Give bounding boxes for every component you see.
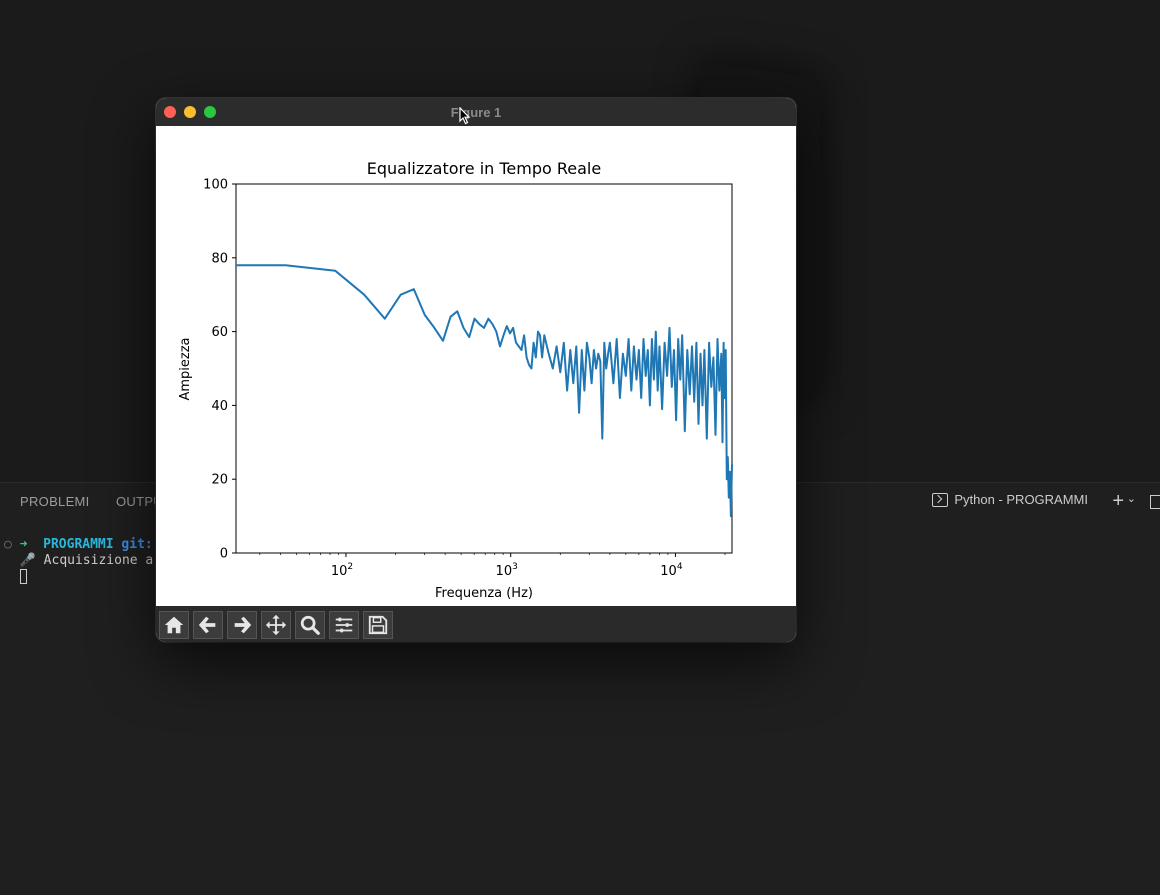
prompt-directory: PROGRAMMI [43, 537, 114, 552]
x-tick-exponent: 2 [347, 562, 353, 572]
terminal-icon [932, 492, 949, 507]
back-icon [198, 616, 216, 634]
terminal-output[interactable]: ○ ➜ PROGRAMMI git: 🎤 Acquisizione a [4, 537, 153, 585]
chevron-down-icon[interactable]: ⌄ [1127, 492, 1136, 505]
x-tick-label: 102 [331, 562, 353, 579]
microphone-icon: 🎤 [19, 553, 36, 568]
terminal-cursor [19, 569, 27, 584]
y-tick-label: 0 [220, 547, 228, 562]
x-tick-exponent: 4 [677, 562, 683, 572]
x-tick-exponent: 3 [512, 562, 518, 572]
x-tick-base: 10 [660, 564, 677, 579]
prompt-git: git: [121, 537, 153, 552]
y-tick-label: 40 [211, 399, 228, 414]
forward-icon [234, 616, 252, 634]
y-tick-label: 60 [211, 325, 228, 340]
x-tick-label: 103 [496, 562, 518, 579]
pan-button[interactable] [261, 611, 291, 639]
terminal-name: Python - PROGRAMMI [954, 492, 1088, 507]
x-axis-label: Frequenza (Hz) [435, 586, 533, 601]
split-terminal-icon[interactable] [1150, 495, 1160, 509]
chart-title: Equalizzatore in Tempo Reale [367, 159, 601, 178]
y-axis-label: Ampiezza [178, 337, 193, 400]
pan-icon [265, 614, 287, 636]
prompt-status-dot-icon: ○ [4, 537, 12, 552]
figure-toolbar [156, 606, 796, 642]
window-titlebar[interactable]: Figure 1 [156, 98, 796, 127]
terminal-selector[interactable]: Python - PROGRAMMI [932, 492, 1088, 507]
x-tick-base: 10 [496, 564, 513, 579]
y-tick-label: 20 [211, 473, 228, 488]
x-tick-base: 10 [331, 564, 348, 579]
back-button[interactable] [193, 611, 223, 639]
forward-button[interactable] [227, 611, 257, 639]
new-terminal-plus-icon[interactable]: + [1112, 491, 1124, 511]
window-title: Figure 1 [450, 105, 502, 120]
configure-icon [335, 617, 353, 633]
series-line [236, 264, 733, 518]
configure-button[interactable] [329, 611, 359, 639]
save-icon [368, 615, 388, 635]
x-tick-label: 104 [660, 562, 683, 579]
prompt-arrow: ➜ [19, 537, 28, 552]
chart-svg: Equalizzatore in Tempo Reale 0 20 40 60 80 10… [178, 159, 733, 601]
figure-window: Figure 1 Equalizzatore in Tempo Reale 0 2… [156, 98, 796, 642]
x-axis-ticks: 102 103 104 [259, 553, 726, 579]
plot-canvas[interactable]: Equalizzatore in Tempo Reale 0 20 40 60 80 10… [156, 126, 796, 606]
y-axis-ticks: 0 20 40 60 80 100 [203, 178, 236, 562]
save-button[interactable] [363, 611, 393, 639]
y-tick-label: 100 [203, 178, 228, 193]
home-button[interactable] [159, 611, 189, 639]
mouse-cursor-icon [459, 107, 471, 125]
y-tick-label: 80 [211, 251, 228, 266]
terminal-line-text: Acquisizione a [43, 553, 154, 568]
zoom-button[interactable] [295, 611, 325, 639]
zoom-icon [300, 615, 320, 635]
home-icon [164, 616, 184, 634]
tab-problems[interactable]: PROBLEMI [20, 494, 90, 509]
